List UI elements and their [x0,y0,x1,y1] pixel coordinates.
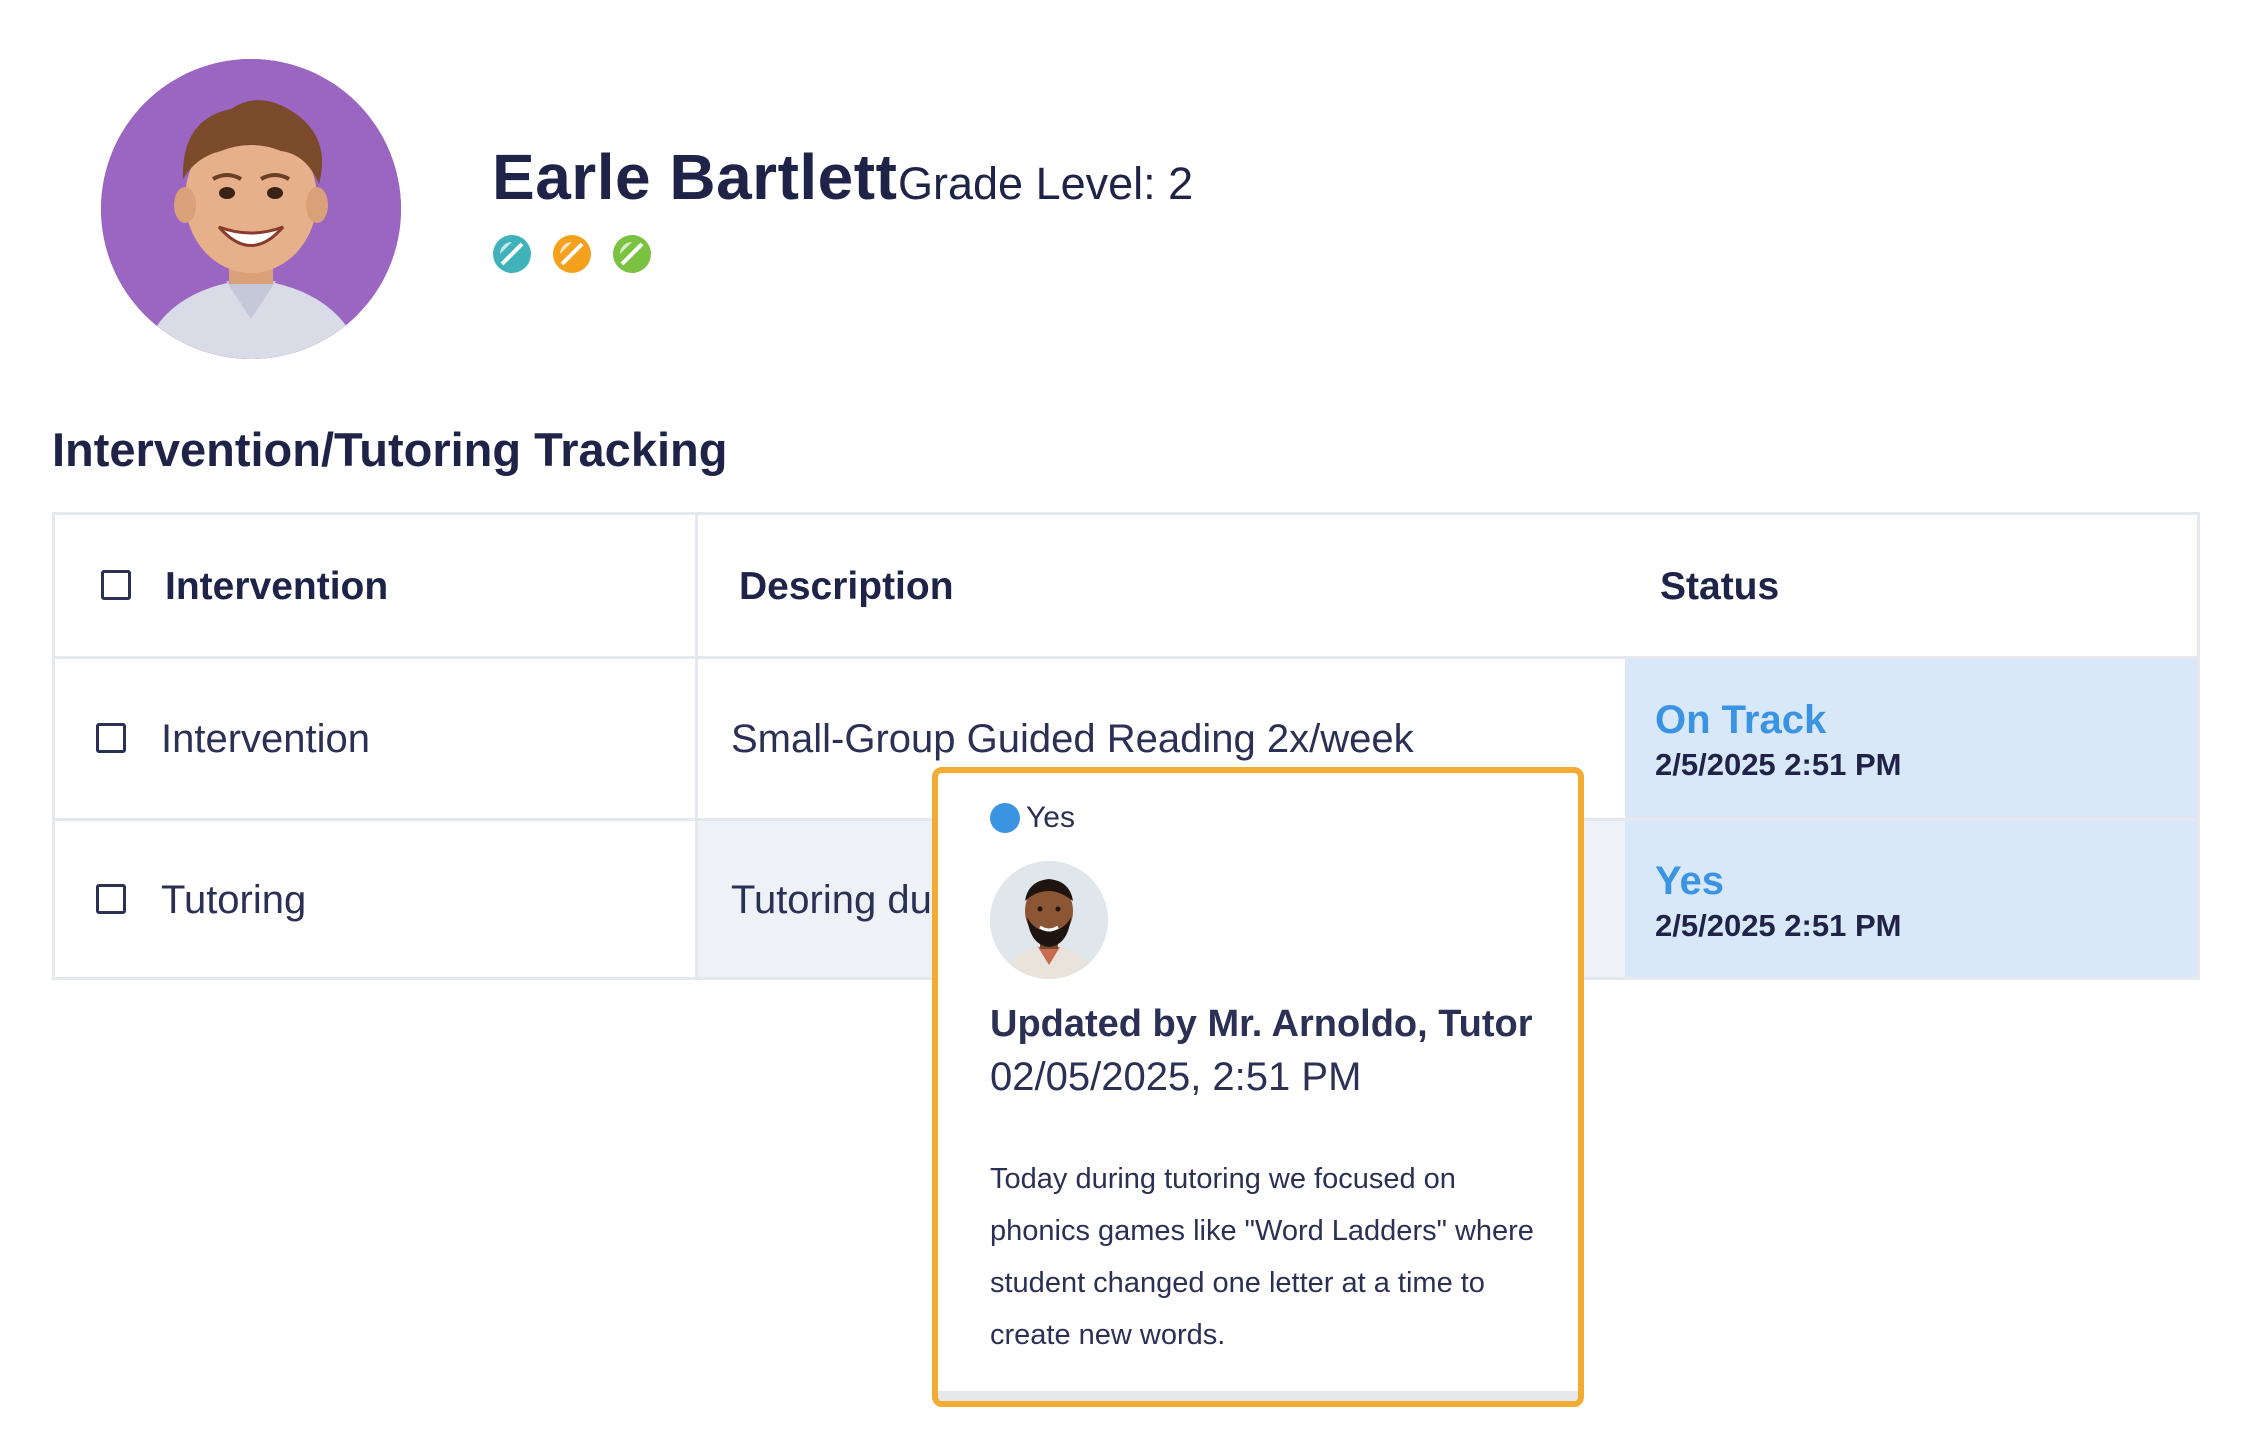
row-intervention-cell: Intervention [161,717,371,761]
row-status-date: 2/5/2025 2:51 PM [1655,747,1902,782]
row-divider [55,656,2197,659]
row-description-cell: Tutoring du [731,878,932,922]
student-avatar [101,59,401,359]
popup-status-label: Yes [1026,801,1075,834]
grade-level: Grade Level: 2 [898,158,1194,209]
row-checkbox[interactable] [96,884,126,914]
updated-by-text: Updated by Mr. Arnoldo, Tutor [990,1003,1533,1045]
row-checkbox[interactable] [96,723,126,753]
header-intervention[interactable]: Intervention [165,565,388,609]
row-description-cell: Small-Group Guided Reading 2x/week [731,717,1414,761]
section-title: Intervention/Tutoring Tracking [52,423,728,476]
tutor-avatar [990,861,1108,979]
row-status-label[interactable]: Yes [1655,859,1724,904]
row-status-date: 2/5/2025 2:51 PM [1655,908,1902,943]
orange-progress-badge-icon[interactable] [552,234,592,274]
header-description[interactable]: Description [739,565,954,609]
teal-progress-badge-icon[interactable] [492,234,532,274]
green-progress-badge-icon[interactable] [612,234,652,274]
row-status-label[interactable]: On Track [1655,698,1826,743]
popup-footer-divider [938,1391,1578,1401]
select-all-checkbox[interactable] [101,570,131,600]
header-status[interactable]: Status [1660,565,1779,609]
column-divider [695,515,698,977]
status-detail-popup[interactable]: Yes Updated by Mr. Arnoldo, Tutor 02/05/… [932,767,1584,1407]
updated-timestamp: 02/05/2025, 2:51 PM [990,1055,1362,1099]
tutoring-note: Today during tutoring we focused on phon… [990,1163,1534,1351]
badge-row [492,234,652,274]
status-dot-icon [990,803,1020,833]
student-name: Earle Bartlett [492,141,898,213]
row-intervention-cell: Tutoring [161,878,307,922]
